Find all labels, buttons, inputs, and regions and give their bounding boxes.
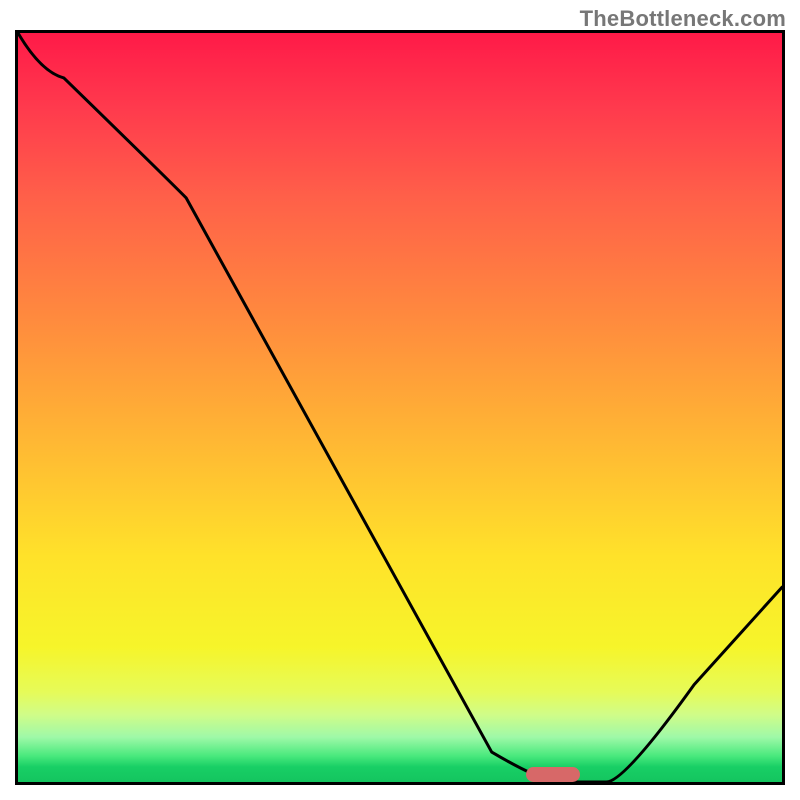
value-curve (18, 33, 782, 782)
watermark-label: TheBottleneck.com (580, 6, 786, 32)
curve-path (18, 33, 782, 782)
optimal-marker (526, 767, 579, 782)
plot-area (15, 30, 785, 785)
chart-container: TheBottleneck.com (0, 0, 800, 800)
